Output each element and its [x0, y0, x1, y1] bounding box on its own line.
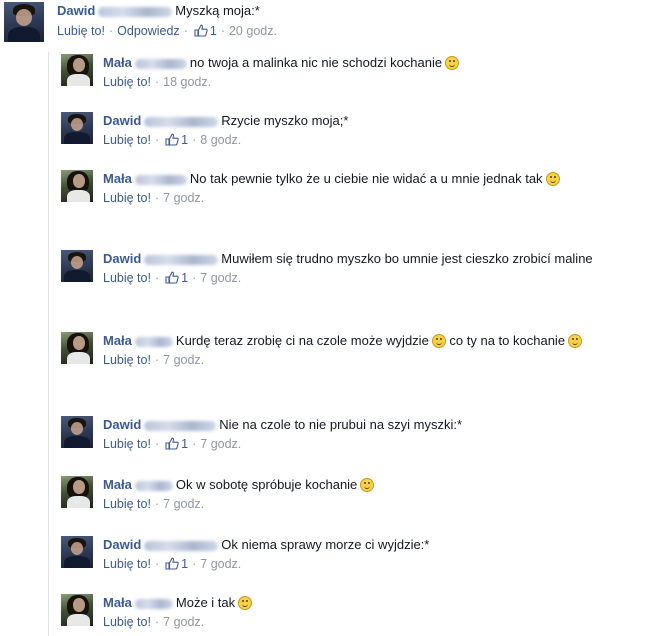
- avatar[interactable]: [61, 112, 93, 144]
- blurred-surname: [134, 336, 173, 347]
- comment-text: Myszką moja:*: [175, 3, 260, 18]
- comment-actions: Lubię to! · 1 · 7 godz.: [103, 557, 242, 571]
- like-button[interactable]: Lubię to!: [103, 191, 151, 205]
- comment-actions: Lubię to! · 7 godz.: [103, 353, 205, 367]
- comment-author[interactable]: Dawid: [57, 3, 95, 18]
- smiley-emoji-icon: [568, 334, 583, 348]
- like-count[interactable]: 1: [181, 437, 188, 451]
- timestamp[interactable]: 7 godz.: [163, 353, 204, 367]
- timestamp[interactable]: 7 godz.: [200, 557, 241, 571]
- like-count[interactable]: 1: [181, 133, 188, 147]
- comment-thread: Dawid Myszką moja:* Lubię to! · Odpowiedz · 1…: [0, 0, 645, 636]
- thumbs-up-icon[interactable]: [194, 24, 208, 37]
- avatar[interactable]: [4, 2, 44, 42]
- like-button[interactable]: Lubię to!: [103, 437, 151, 451]
- comment-actions: Lubię to! · 7 godz.: [103, 191, 205, 205]
- like-button[interactable]: Lubię to!: [103, 75, 151, 89]
- avatar[interactable]: [61, 476, 93, 508]
- like-button[interactable]: Lubię to!: [103, 133, 151, 147]
- comment-text-continued: co ty na to kochanie: [449, 333, 566, 348]
- timestamp[interactable]: 7 godz.: [200, 271, 241, 285]
- timestamp[interactable]: 7 godz.: [163, 191, 204, 205]
- comment-author[interactable]: Dawid: [103, 113, 141, 128]
- like-button[interactable]: Lubię to!: [103, 271, 151, 285]
- comment-actions: Lubię to! · 7 godz.: [103, 497, 205, 511]
- comment-text: Ok w sobotę spróbuje kochanie: [175, 477, 358, 492]
- comment-text: Może i tak: [175, 595, 236, 610]
- comment-author[interactable]: Mała: [103, 171, 132, 186]
- blurred-surname: [144, 116, 219, 127]
- comment-text: no twoja a malinka nic nie schodzi kocha…: [189, 55, 443, 70]
- timestamp[interactable]: 8 godz.: [200, 133, 241, 147]
- comment-author[interactable]: Dawid: [103, 417, 141, 432]
- like-count[interactable]: 1: [181, 271, 188, 285]
- blurred-surname: [144, 254, 219, 265]
- blurred-surname: [134, 598, 173, 609]
- blurred-surname: [144, 420, 217, 431]
- like-count[interactable]: 1: [181, 557, 188, 571]
- blurred-surname: [134, 480, 173, 491]
- timestamp[interactable]: 7 godz.: [163, 615, 204, 629]
- blurred-surname: [134, 58, 187, 69]
- smiley-emoji-icon: [445, 56, 460, 70]
- avatar[interactable]: [61, 332, 93, 364]
- smiley-emoji-icon: [431, 334, 446, 348]
- comment-text: Ok niema sprawy morze ci wyjdzie:*: [221, 537, 430, 552]
- blurred-surname: [134, 174, 187, 185]
- comment-actions: Lubię to! · 1 · 8 godz.: [103, 133, 242, 147]
- avatar[interactable]: [61, 594, 93, 626]
- comment-text: Rzycie myszko moja;*: [221, 113, 349, 128]
- timestamp[interactable]: 20 godz.: [229, 24, 277, 38]
- comment-text: No tak pewnie tylko że u ciebie nie wida…: [189, 171, 543, 186]
- like-button[interactable]: Lubię to!: [103, 615, 151, 629]
- comment-actions: Lubię to! · 1 · 7 godz.: [103, 437, 242, 451]
- reply-button[interactable]: Odpowiedz: [117, 24, 180, 38]
- comment-actions: Lubię to! · Odpowiedz · 1 · 20 godz.: [57, 24, 277, 38]
- avatar[interactable]: [61, 54, 93, 86]
- thumbs-up-icon[interactable]: [165, 557, 179, 570]
- comment-actions: Lubię to! · 7 godz.: [103, 615, 205, 629]
- timestamp[interactable]: 7 godz.: [200, 437, 241, 451]
- avatar[interactable]: [61, 416, 93, 448]
- smiley-emoji-icon: [545, 172, 560, 186]
- like-button[interactable]: Lubię to!: [103, 557, 151, 571]
- comment-author[interactable]: Mała: [103, 595, 132, 610]
- avatar[interactable]: [61, 536, 93, 568]
- like-button[interactable]: Lubię to!: [57, 24, 105, 38]
- comment-actions: Lubię to! · 1 · 7 godz.: [103, 271, 242, 285]
- smiley-emoji-icon: [360, 478, 375, 492]
- thumbs-up-icon[interactable]: [165, 133, 179, 146]
- comment-author[interactable]: Mała: [103, 55, 132, 70]
- comment-text: Muwiłem się trudno myszko bo umnie jest …: [221, 251, 593, 266]
- comment-author[interactable]: Dawid: [103, 251, 141, 266]
- thumbs-up-icon[interactable]: [165, 271, 179, 284]
- blurred-surname: [144, 540, 219, 551]
- like-count[interactable]: 1: [210, 24, 217, 38]
- comment-author[interactable]: Mała: [103, 477, 132, 492]
- thumbs-up-icon[interactable]: [165, 437, 179, 450]
- blurred-surname: [98, 6, 173, 17]
- like-button[interactable]: Lubię to!: [103, 497, 151, 511]
- like-button[interactable]: Lubię to!: [103, 353, 151, 367]
- comment-author[interactable]: Mała: [103, 333, 132, 348]
- comment-text: Nie na czole to nie prubui na szyi myszk…: [219, 417, 463, 432]
- avatar[interactable]: [61, 170, 93, 202]
- timestamp[interactable]: 7 godz.: [163, 497, 204, 511]
- avatar[interactable]: [61, 250, 93, 282]
- smiley-emoji-icon: [238, 596, 253, 610]
- comment-actions: Lubię to! · 18 godz.: [103, 75, 212, 89]
- timestamp[interactable]: 18 godz.: [163, 75, 211, 89]
- comment-author[interactable]: Dawid: [103, 537, 141, 552]
- comment-text: Kurdę teraz zrobię ci na czole może wyjd…: [175, 333, 429, 348]
- replies-list: Mała no twoja a malinka nic nie schodzi k…: [48, 52, 639, 636]
